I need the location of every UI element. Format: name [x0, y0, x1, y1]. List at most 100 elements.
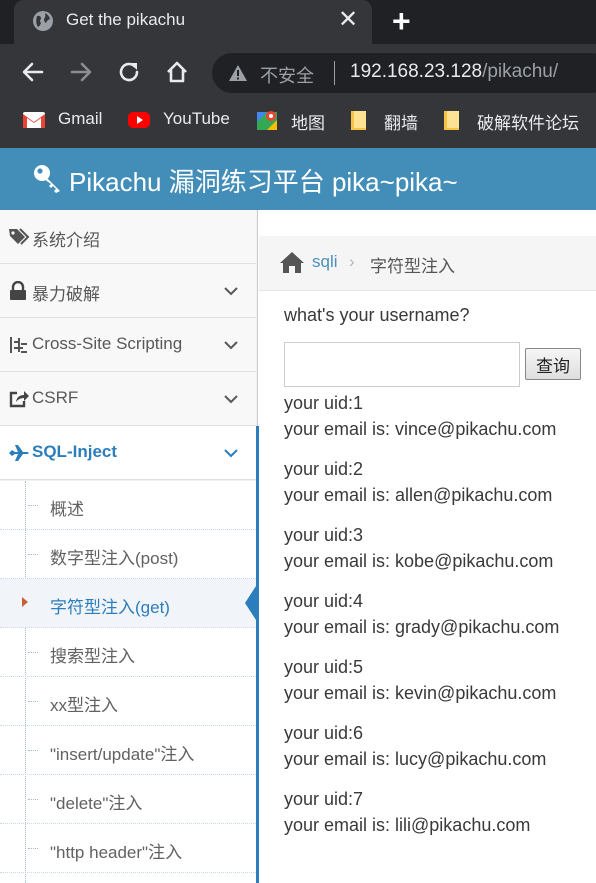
tree-connector [28, 750, 38, 751]
tree-connector [28, 554, 38, 555]
submenu-item-label: "delete"注入 [50, 794, 143, 813]
url-host: 192.168.23.128 [350, 61, 483, 82]
query-button[interactable]: 查询 [525, 348, 581, 380]
site-header: Pikachu 漏洞练习平台 pika~pika~ [0, 148, 596, 210]
tree-connector [28, 505, 38, 506]
sidebar-item-label: 系统介绍 [32, 231, 100, 250]
address-bar[interactable]: 不安全 192.168.23.128/pikachu/ [212, 53, 596, 93]
sidebar-item-system-intro[interactable]: 系统介绍 [0, 210, 256, 264]
sidebar-item-label: CSRF [32, 388, 79, 407]
reload-icon[interactable] [116, 59, 142, 85]
home-icon[interactable] [164, 59, 190, 85]
breadcrumb: sqli › 字符型注入 [259, 236, 596, 291]
sidebar-item-sql-inject[interactable]: SQL-Inject [0, 426, 256, 480]
breadcrumb-link-sqli[interactable]: sqli [312, 252, 338, 272]
browser-tab[interactable]: Get the pikachu ✕ [14, 0, 372, 44]
youtube-icon [128, 112, 150, 128]
globe-icon [33, 11, 53, 31]
submenu-item-label: "insert/update"注入 [50, 745, 195, 764]
forward-arrow-icon[interactable] [68, 59, 94, 85]
sidebar-item-label: SQL-Inject [32, 442, 118, 461]
submenu-item-insert-update[interactable]: "insert/update"注入 [0, 726, 256, 775]
caret-right-icon [22, 597, 28, 607]
submenu-item-label: xx型注入 [50, 696, 118, 715]
browser-toolbar: 不安全 192.168.23.128/pikachu/ [0, 44, 596, 100]
sidebar-active-border [256, 426, 259, 883]
sidebar-item-csrf[interactable]: CSRF [0, 372, 256, 426]
result-block: your uid:7 your email is: lili@pikachu.c… [284, 786, 596, 838]
sidebar-item-label: 暴力破解 [32, 285, 100, 304]
home-icon[interactable] [279, 250, 305, 274]
submenu-item-delete[interactable]: "delete"注入 [0, 775, 256, 824]
submenu-item-label: 概述 [50, 500, 84, 519]
tree-connector [28, 848, 38, 849]
result-block: your uid:2 your email is: allen@pikachu.… [284, 456, 596, 508]
result-email: your email is: kevin@pikachu.com [284, 683, 557, 703]
tree-connector [28, 701, 38, 702]
result-uid: your uid:7 [284, 789, 364, 809]
submenu-item-label: "http header"注入 [50, 843, 183, 862]
result-uid: your uid:3 [284, 525, 364, 545]
result-uid: your uid:4 [284, 591, 364, 611]
result-uid: your uid:1 [284, 393, 364, 413]
url-path: /pikachu/ [482, 61, 559, 82]
bookmark-label: 破解软件论坛 [477, 114, 579, 133]
toolbar-divider [0, 140, 596, 148]
submenu-item-label: 搜索型注入 [50, 647, 135, 666]
tree-connector [28, 799, 38, 800]
result-block: your uid:6 your email is: lucy@pikachu.c… [284, 720, 596, 772]
submenu-item-numeric-post[interactable]: 数字型注入(post) [0, 530, 256, 579]
submenu-item-search[interactable]: 搜索型注入 [0, 628, 256, 677]
result-uid: your uid:2 [284, 459, 364, 479]
folder-icon [351, 111, 366, 130]
submenu-item-xx[interactable]: xx型注入 [0, 677, 256, 726]
submenu-item-label: 数字型注入(post) [50, 549, 179, 568]
tab-title: Get the pikachu [66, 10, 186, 29]
username-prompt: what's your username? [284, 305, 470, 325]
chevron-down-icon [224, 287, 238, 296]
result-email: your email is: allen@pikachu.com [284, 485, 553, 505]
sidebar-item-brute-force[interactable]: 暴力破解 [0, 264, 256, 318]
result-block: your uid:3 your email is: kobe@pikachu.c… [284, 522, 596, 574]
not-secure-label[interactable]: 不安全 [260, 62, 314, 88]
maps-icon [257, 111, 277, 130]
tab-close-icon[interactable]: ✕ [338, 7, 358, 33]
warning-icon[interactable] [228, 64, 248, 82]
gmail-icon [23, 112, 45, 128]
sidebar-item-label: Cross-Site Scripting [32, 334, 183, 353]
folder-icon [444, 111, 459, 130]
lock-icon [10, 281, 26, 300]
breadcrumb-current: 字符型注入 [370, 257, 455, 276]
bookmark-label: 翻墙 [384, 114, 418, 133]
active-indicator [245, 586, 256, 620]
submenu-item-overview[interactable]: 概述 [0, 481, 256, 530]
bookmark-label: Gmail [58, 109, 103, 128]
site-title[interactable]: Pikachu 漏洞练习平台 pika~pika~ [69, 162, 458, 199]
tags-icon [9, 228, 30, 245]
sql-inject-submenu: 概述 数字型注入(post) 字符型注入(get) 搜索型注入 xx型注入 "i… [0, 481, 256, 883]
new-tab-icon[interactable]: + [392, 4, 411, 38]
bookmark-label: YouTube [163, 109, 230, 128]
address-separator [334, 61, 335, 85]
result-uid: your uid:6 [284, 723, 364, 743]
tree-connector [28, 652, 38, 653]
url-text[interactable]: 192.168.23.128/pikachu/ [350, 61, 558, 83]
share-square-icon [9, 391, 29, 408]
chevron-down-icon [224, 395, 238, 404]
result-block: your uid:5 your email is: kevin@pikachu.… [284, 654, 596, 706]
key-icon [34, 165, 60, 193]
result-email: your email is: kobe@pikachu.com [284, 551, 554, 571]
sitemap-icon [10, 337, 27, 353]
submenu-item-string-get[interactable]: 字符型注入(get) [0, 579, 256, 628]
sidebar: 系统介绍 暴力破解 Cross-Site Scripting CSRF SQL-… [0, 210, 258, 883]
plane-icon [9, 445, 29, 461]
back-arrow-icon[interactable] [20, 59, 46, 85]
username-input[interactable] [284, 342, 520, 387]
bookmark-label: 地图 [291, 114, 325, 133]
submenu-item-http-header[interactable]: "http header"注入 [0, 824, 256, 873]
result-uid: your uid:5 [284, 657, 364, 677]
sidebar-item-xss[interactable]: Cross-Site Scripting [0, 318, 256, 372]
bookmarks-bar: Gmail YouTube 地图 翻墙 破解软件论坛 [0, 100, 596, 140]
browser-tab-strip: Get the pikachu ✕ + [0, 0, 596, 44]
result-email: your email is: grady@pikachu.com [284, 617, 560, 637]
